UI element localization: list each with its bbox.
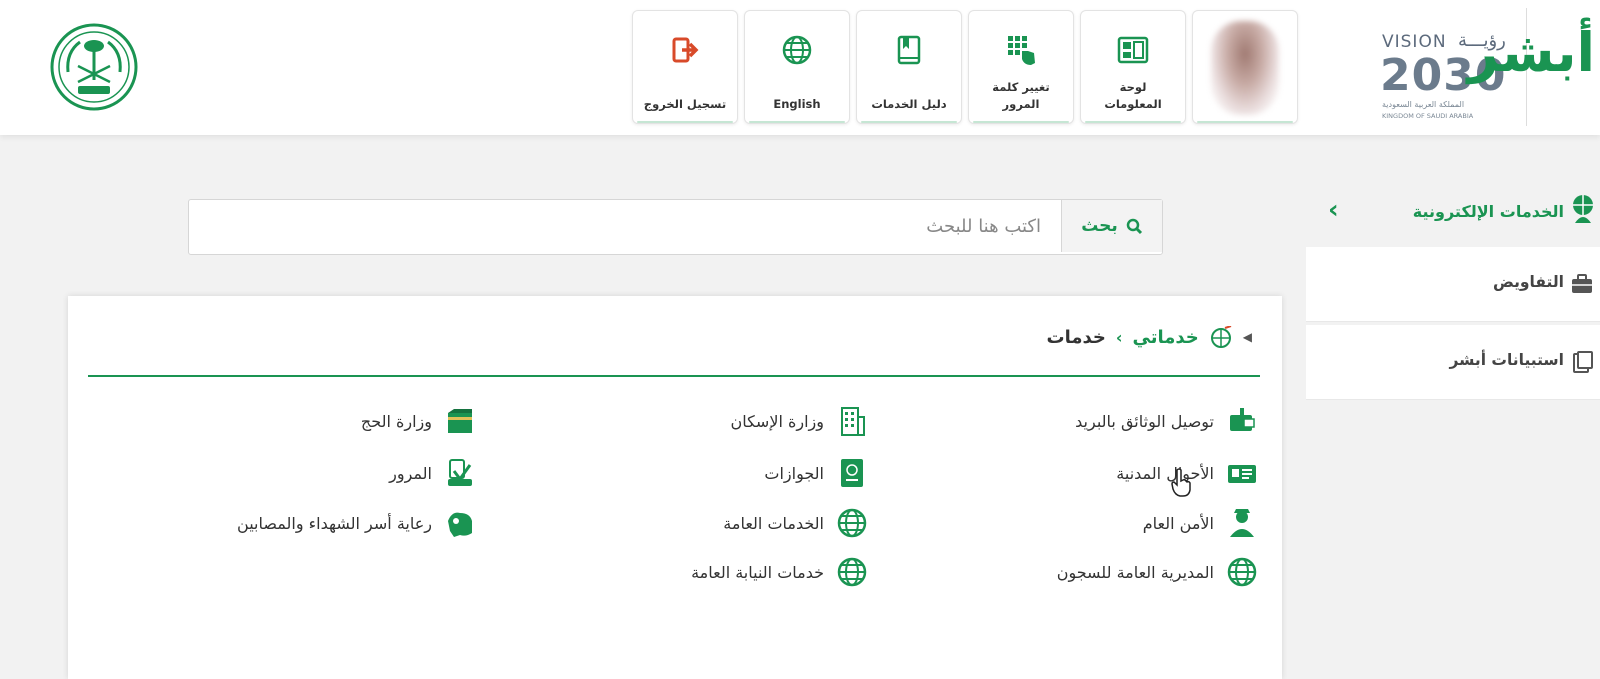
service-link-public-prosecution[interactable]: خدمات النيابة العامة (691, 556, 868, 588)
caret-left-icon[interactable]: ◀ (1243, 330, 1252, 344)
service-link-public-services[interactable]: الخدمات العامة (723, 507, 868, 539)
service-link-prisons[interactable]: المديرية العامة للسجون (1057, 556, 1258, 588)
breadcrumb-link-my-services[interactable]: خدماتي (1133, 327, 1199, 348)
search-button-label: بحث (1081, 216, 1118, 236)
traffic-icon (448, 459, 472, 486)
officer-icon (1230, 509, 1254, 537)
dashboard-button[interactable]: لوحة المعلومات (1080, 10, 1186, 124)
clipboard-icon (1573, 351, 1593, 373)
divider (88, 375, 1260, 377)
service-label: خدمات النيابة العامة (691, 562, 824, 582)
avatar (1211, 21, 1279, 115)
service-label: الأحوال المدنية (1116, 463, 1214, 483)
sidebar-item-label: التفاويض (1492, 273, 1564, 291)
sidebar-item-delegations[interactable]: التفاويض (1306, 247, 1600, 322)
globe-icon (837, 557, 867, 587)
service-link-passports[interactable]: الجوازات (764, 457, 868, 489)
kaaba-icon (448, 409, 472, 433)
services-panel: ◀ خدماتي › خدمات (68, 296, 1282, 679)
service-link-mail-delivery[interactable]: توصيل الوثائق بالبريد (1075, 405, 1258, 437)
change-password-button[interactable]: تغيير كلمة المرور (968, 10, 1074, 124)
building-icon (841, 407, 865, 436)
absher-logo-text: أبشر (1467, 21, 1595, 84)
search-icon (1126, 218, 1142, 234)
logout-label: تسجيل الخروج (643, 97, 727, 111)
service-link-martyrs-families[interactable]: رعاية أسر الشهداء والمصابين (237, 507, 476, 539)
service-label: رعاية أسر الشهداء والمصابين (237, 513, 432, 533)
service-label: الجوازات (764, 463, 824, 483)
keypad-icon (1008, 36, 1035, 65)
service-label: المديرية العامة للسجون (1056, 562, 1214, 582)
sidebar-title: الخدمات الإلكترونية (1412, 201, 1564, 221)
kingdom-english-label: KINGDOM OF SAUDI ARABIA (1382, 112, 1474, 120)
globe-icon (782, 35, 812, 65)
hand-cursor-icon (1171, 468, 1191, 497)
breadcrumb-current: خدمات (1046, 326, 1106, 348)
chevron-left-icon[interactable]: ‹ (1328, 195, 1339, 225)
search-bar: بحث (188, 199, 1163, 255)
search-button[interactable]: بحث (1061, 200, 1162, 252)
english-language-button[interactable]: English (744, 10, 850, 124)
change-password-label: تغيير كلمة المرور (992, 80, 1050, 111)
english-label: English (773, 97, 821, 111)
sidebar-header[interactable]: ‹ الخدمات الإلكترونية (1306, 175, 1600, 247)
breadcrumb: ◀ خدماتي › خدمات (1047, 326, 1252, 348)
briefcase-icon (1572, 274, 1592, 293)
globe-icon (837, 508, 867, 538)
service-label: المرور (389, 463, 432, 483)
service-label: الخدمات العامة (723, 513, 824, 533)
sidebar-item-surveys[interactable]: استبيانات أبشر (1306, 325, 1600, 400)
mailbox-icon (1230, 408, 1255, 431)
passport-icon (841, 459, 863, 487)
service-link-traffic[interactable]: المرور (389, 457, 476, 489)
dashboard-label: لوحة المعلومات (1104, 80, 1162, 111)
service-label: الأمن العام (1142, 513, 1214, 533)
search-input[interactable] (189, 200, 1059, 252)
service-label: وزارة الحج (360, 411, 432, 431)
logout-icon (672, 37, 699, 63)
sidebar: ‹ الخدمات الإلكترونية التفاويض استبيانات… (1306, 175, 1600, 405)
service-link-housing[interactable]: وزارة الإسكان (730, 405, 868, 437)
absher-logo: أبشر (1468, 8, 1600, 126)
service-label: توصيل الوثائق بالبريد (1075, 411, 1214, 431)
id-card-icon (1228, 465, 1256, 483)
vision-label: VISION (1382, 32, 1447, 52)
book-icon (897, 35, 921, 65)
e-services-icon (1573, 195, 1593, 223)
my-services-icon (1210, 326, 1232, 348)
globe-icon (1227, 557, 1257, 587)
top-header: تسجيل الخروج English دليل الخدمات تغيير … (0, 0, 1600, 135)
service-link-hajj[interactable]: وزارة الحج (361, 405, 476, 437)
sidebar-item-label: استبيانات أبشر (1449, 351, 1564, 369)
kingdom-arabic-label: المملكة العربية السعودية (1382, 100, 1465, 109)
dashboard-icon (1117, 36, 1149, 64)
services-guide-button[interactable]: دليل الخدمات (856, 10, 962, 124)
service-link-public-security[interactable]: الأمن العام (1143, 507, 1258, 539)
family-care-icon (448, 512, 472, 537)
chevron-right-icon: › (1115, 327, 1123, 347)
services-guide-label: دليل الخدمات (871, 97, 947, 111)
ministry-emblem-logo (50, 23, 138, 111)
service-label: وزارة الإسكان (730, 411, 824, 431)
logout-button[interactable]: تسجيل الخروج (632, 10, 738, 124)
user-avatar-button[interactable] (1192, 10, 1298, 124)
